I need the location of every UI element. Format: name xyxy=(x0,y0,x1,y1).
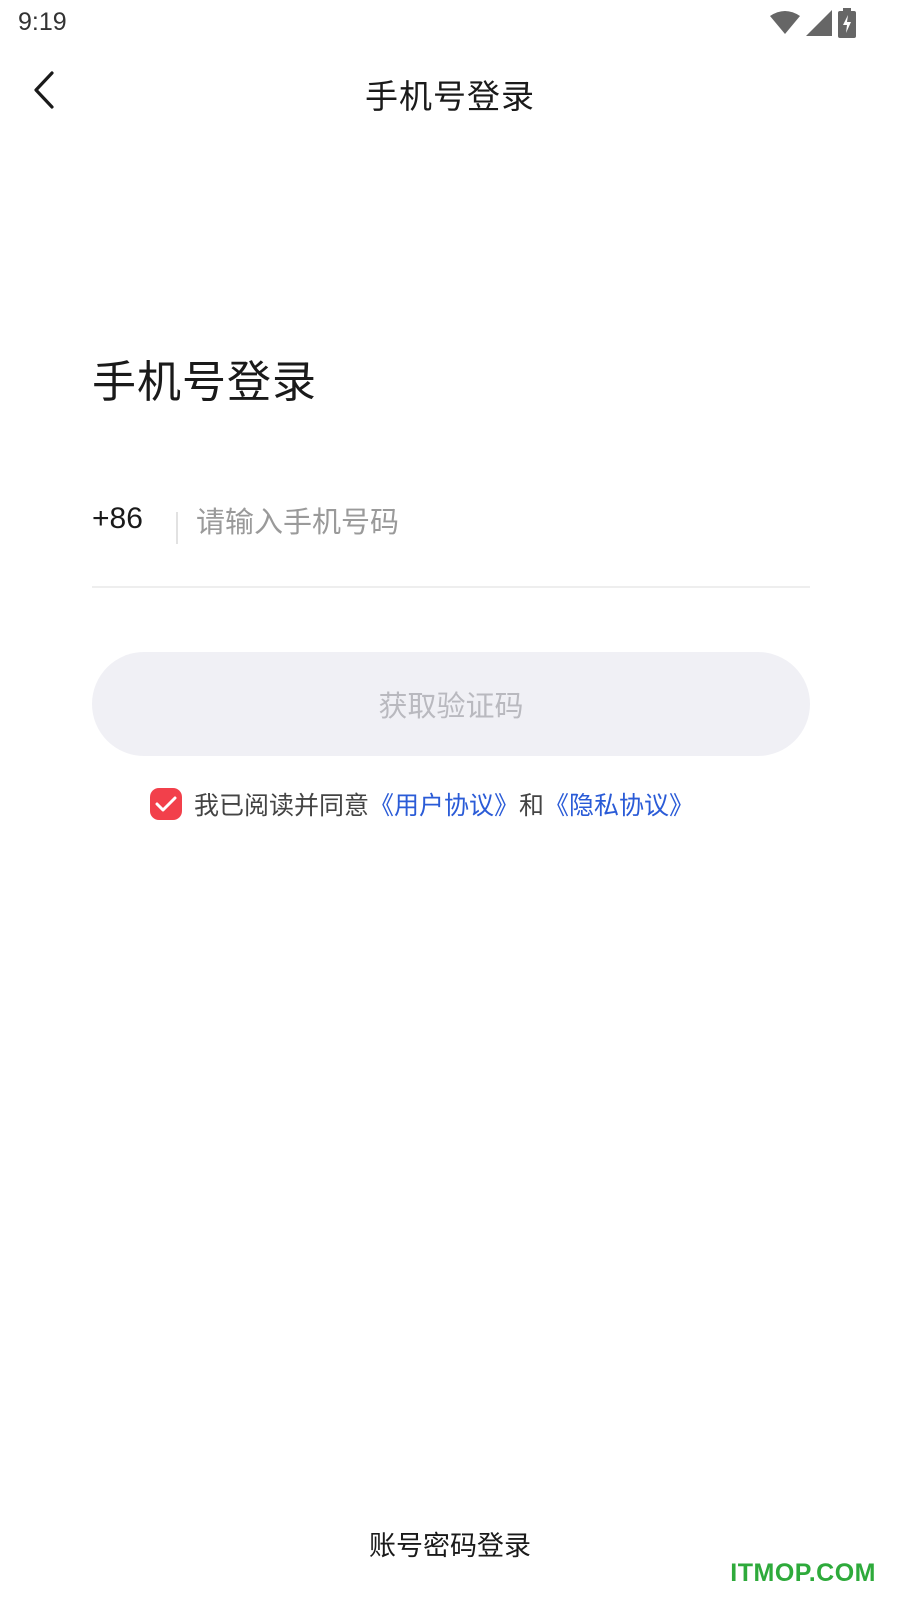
get-verification-code-button[interactable]: 获取验证码 xyxy=(92,652,810,756)
user-agreement-link[interactable]: 《用户协议》 xyxy=(369,786,519,822)
status-bar: 9:19 xyxy=(0,0,900,48)
status-time: 9:19 xyxy=(18,8,67,36)
agreement-row: 我已阅读并同意 《用户协议》 和 《隐私协议》 xyxy=(150,786,694,822)
nav-bar: 手机号登录 xyxy=(0,56,900,128)
input-divider xyxy=(176,512,178,544)
phone-number-row: +86 xyxy=(92,490,810,588)
nav-title: 手机号登录 xyxy=(365,77,535,116)
account-password-login-link[interactable]: 账号密码登录 xyxy=(0,1524,900,1563)
phone-number-input[interactable] xyxy=(196,496,796,548)
checkmark-icon xyxy=(155,790,177,819)
watermark: ITMOP.COM xyxy=(730,1559,876,1587)
privacy-agreement-link[interactable]: 《隐私协议》 xyxy=(544,786,694,822)
battery-charging-icon xyxy=(838,8,856,38)
agreement-prefix: 我已阅读并同意 xyxy=(194,791,370,820)
signal-icon xyxy=(806,10,832,36)
get-verification-code-label: 获取验证码 xyxy=(378,689,524,723)
agreement-conjunction: 和 xyxy=(519,791,545,820)
agreement-checkbox[interactable] xyxy=(150,788,182,820)
status-icons xyxy=(770,8,856,38)
country-code-selector[interactable]: +86 xyxy=(92,502,143,536)
wifi-icon xyxy=(770,11,800,35)
page-title: 手机号登录 xyxy=(92,357,317,408)
